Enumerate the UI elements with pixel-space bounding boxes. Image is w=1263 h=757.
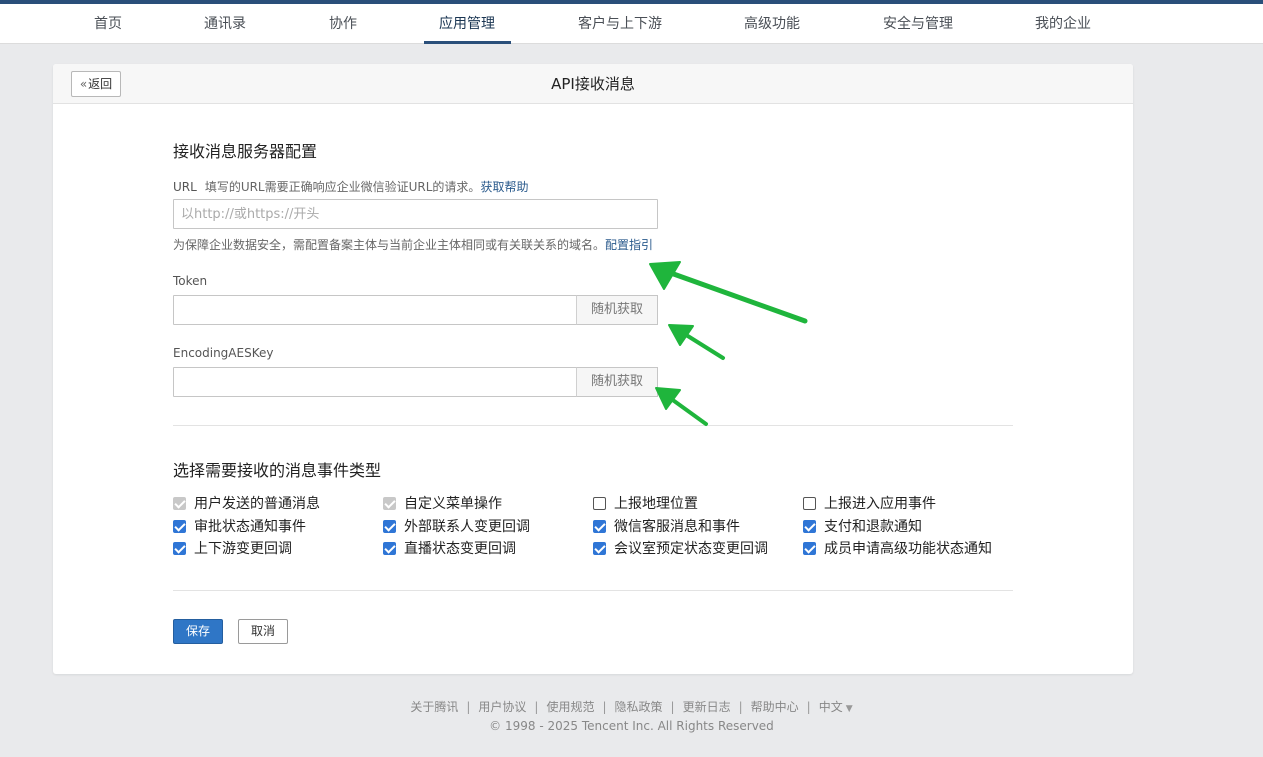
event-checkbox-label: 自定义菜单操作 xyxy=(404,496,502,512)
server-config-title: 接收消息服务器配置 xyxy=(173,142,318,161)
event-checkbox-label: 外部联系人变更回调 xyxy=(404,519,530,535)
nav-item-advanced[interactable]: 高级功能 xyxy=(744,4,800,44)
checkbox-icon xyxy=(593,496,606,510)
event-checkbox-label: 微信客服消息和事件 xyxy=(614,519,740,535)
url-label-row: URL 填写的URL需要正确响应企业微信验证URL的请求。获取帮助 xyxy=(173,178,528,195)
caret-down-icon: ▼ xyxy=(845,704,853,714)
domain-hint: 为保障企业数据安全，需配置备案主体与当前企业主体相同或有关联关系的域名。配置指引 xyxy=(173,236,653,253)
event-checkbox-meeting-room[interactable]: 会议室预定状态变更回调 xyxy=(593,538,768,558)
checkbox-icon xyxy=(803,541,816,555)
checkbox-icon xyxy=(803,496,816,510)
language-label: 中文 xyxy=(818,700,843,714)
event-checkbox-upstream-downstream[interactable]: 上下游变更回调 xyxy=(173,538,292,558)
token-input[interactable] xyxy=(173,295,577,325)
card-header: API接收消息 «返回 xyxy=(53,64,1133,104)
event-checkbox-custom-menu: 自定义菜单操作 xyxy=(383,493,502,513)
event-checkbox-label: 上报进入应用事件 xyxy=(824,496,936,512)
event-checkbox-wechat-service[interactable]: 微信客服消息和事件 xyxy=(593,516,740,536)
footer-link-changelog[interactable]: 更新日志 xyxy=(683,700,731,714)
footer-link-privacy[interactable]: 隐私政策 xyxy=(615,700,663,714)
footer-link-about[interactable]: 关于腾讯 xyxy=(410,700,458,714)
save-button[interactable]: 保存 xyxy=(173,619,223,644)
cancel-button[interactable]: 取消 xyxy=(238,619,288,644)
event-checkbox-approval-status[interactable]: 审批状态通知事件 xyxy=(173,516,306,536)
aeskey-label: EncodingAESKey xyxy=(173,346,274,360)
checkbox-icon xyxy=(173,541,186,555)
footer-link-agreement[interactable]: 用户协议 xyxy=(478,700,526,714)
event-checkbox-label: 成员申请高级功能状态通知 xyxy=(824,541,992,557)
event-checkbox-label: 上报地理位置 xyxy=(614,496,698,512)
domain-hint-text: 为保障企业数据安全，需配置备案主体与当前企业主体相同或有关联关系的域名。 xyxy=(173,238,606,252)
event-checkbox-label: 用户发送的普通消息 xyxy=(194,496,320,512)
event-checkbox-enter-app[interactable]: 上报进入应用事件 xyxy=(803,493,936,513)
event-checkbox-advanced-feature-request[interactable]: 成员申请高级功能状态通知 xyxy=(803,538,992,558)
footer-links: 关于腾讯 | 用户协议 | 使用规范 | 隐私政策 | 更新日志 | 帮助中心 | 中文 ▼ xyxy=(0,698,1263,715)
event-checkbox-payment-refund[interactable]: 支付和退款通知 xyxy=(803,516,922,536)
footer-separator: | xyxy=(738,700,743,714)
copyright: © 1998 - 2025 Tencent Inc. All Rights Re… xyxy=(489,719,774,733)
url-description: 填写的URL需要正确响应企业微信验证URL的请求。 xyxy=(204,180,481,194)
nav-item-app-management[interactable]: 应用管理 xyxy=(439,4,495,44)
event-checkbox-live-status[interactable]: 直播状态变更回调 xyxy=(383,538,516,558)
back-button-label: 返回 xyxy=(88,77,113,91)
event-checkbox-label: 审批状态通知事件 xyxy=(194,519,306,535)
section-divider xyxy=(173,425,1013,426)
nav-active-indicator xyxy=(424,41,511,44)
event-checkbox-label: 直播状态变更回调 xyxy=(404,541,516,557)
footer-link-rules[interactable]: 使用规范 xyxy=(546,700,594,714)
footer-separator: | xyxy=(466,700,471,714)
event-checkbox-label: 上下游变更回调 xyxy=(194,541,292,557)
event-checkbox-label: 支付和退款通知 xyxy=(824,519,922,535)
url-input[interactable] xyxy=(173,199,658,229)
checkbox-icon xyxy=(593,541,606,555)
language-selector[interactable]: 中文 ▼ xyxy=(819,700,853,714)
footer-separator: | xyxy=(670,700,675,714)
footer-separator: | xyxy=(602,700,607,714)
checkbox-icon xyxy=(383,519,396,533)
checkbox-icon xyxy=(383,541,396,555)
token-label: Token xyxy=(173,274,208,288)
footer-separator: | xyxy=(806,700,811,714)
checkbox-icon xyxy=(383,496,396,510)
event-checkbox-report-location[interactable]: 上报地理位置 xyxy=(593,493,698,513)
nav-item-customers[interactable]: 客户与上下游 xyxy=(578,4,662,44)
config-guide-link[interactable]: 配置指引 xyxy=(605,238,653,252)
nav-item-security[interactable]: 安全与管理 xyxy=(883,4,953,44)
double-chevron-left-icon: « xyxy=(79,77,88,91)
main-nav: 首页 通讯录 协作 应用管理 客户与上下游 高级功能 安全与管理 我的企业 xyxy=(0,4,1263,44)
aeskey-random-button[interactable]: 随机获取 xyxy=(576,367,658,397)
event-checkbox-label: 会议室预定状态变更回调 xyxy=(614,541,768,557)
footer-link-help[interactable]: 帮助中心 xyxy=(751,700,799,714)
url-help-link[interactable]: 获取帮助 xyxy=(480,180,528,194)
aeskey-input[interactable] xyxy=(173,367,577,397)
nav-item-my-enterprise[interactable]: 我的企业 xyxy=(1035,4,1091,44)
actions-divider xyxy=(173,590,1013,591)
checkbox-icon xyxy=(173,519,186,533)
event-checkbox-external-contact[interactable]: 外部联系人变更回调 xyxy=(383,516,530,536)
api-receive-card: API接收消息 «返回 接收消息服务器配置 URL 填写的URL需要正确响应企业微… xyxy=(53,64,1133,674)
nav-item-collaboration[interactable]: 协作 xyxy=(329,4,357,44)
checkbox-icon xyxy=(593,519,606,533)
checkbox-icon xyxy=(803,519,816,533)
footer-separator: | xyxy=(534,700,539,714)
back-button[interactable]: «返回 xyxy=(71,71,121,97)
nav-item-home[interactable]: 首页 xyxy=(94,4,122,44)
event-types-title: 选择需要接收的消息事件类型 xyxy=(173,461,382,480)
checkbox-icon xyxy=(173,496,186,510)
event-checkbox-user-message: 用户发送的普通消息 xyxy=(173,493,320,513)
page-title: API接收消息 xyxy=(551,75,635,93)
url-label: URL xyxy=(173,180,197,194)
nav-item-contacts[interactable]: 通讯录 xyxy=(204,4,246,44)
token-random-button[interactable]: 随机获取 xyxy=(576,295,658,325)
